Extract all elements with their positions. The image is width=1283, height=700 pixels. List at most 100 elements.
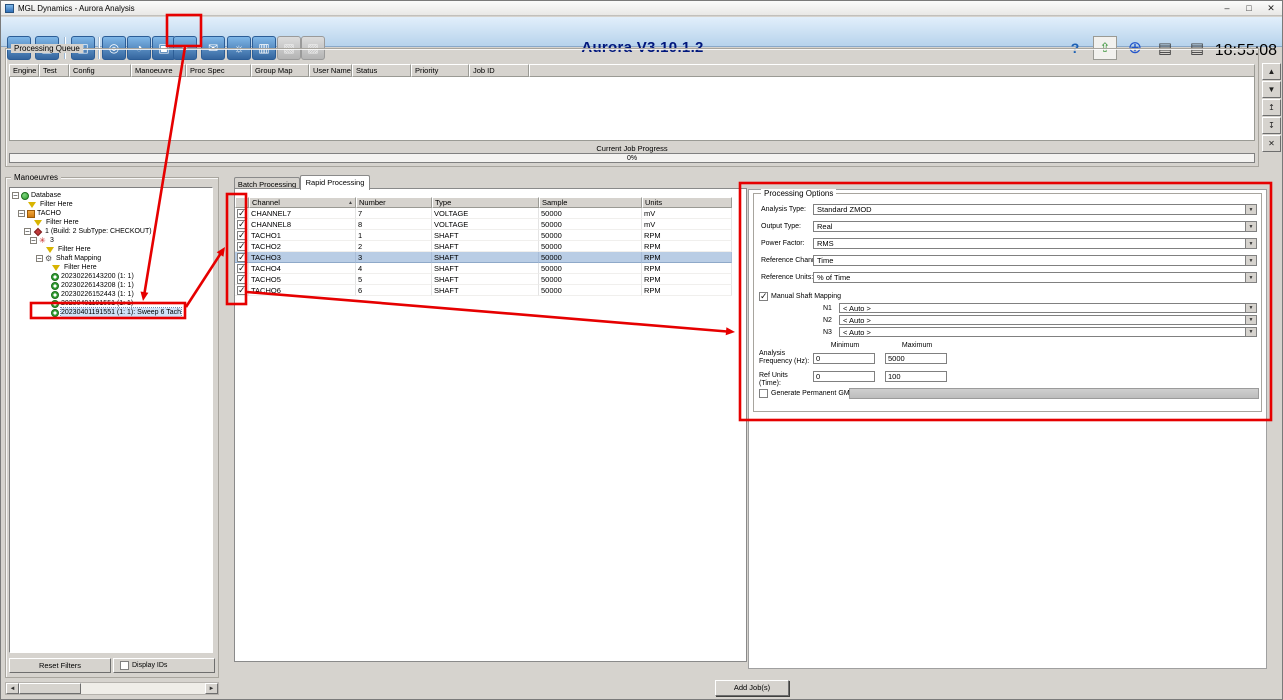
column-header-type[interactable]: Type <box>432 197 539 208</box>
tree-item-label: 1 (Build: 2 SubType: CHECKOUT) <box>45 228 152 235</box>
power-factor-select[interactable]: RMS <box>813 238 1257 249</box>
ref-units-max-input[interactable] <box>885 371 947 382</box>
ref-units-min-input[interactable] <box>813 371 875 382</box>
channel-checkbox[interactable] <box>237 241 246 251</box>
reference-channel-select[interactable]: Time <box>813 255 1257 266</box>
tree-item-build[interactable]: 1 (Build: 2 SubType: CHECKOUT) <box>10 227 212 236</box>
n1-select[interactable]: < Auto > <box>839 303 1257 313</box>
display-ids-toggle[interactable]: Display IDs <box>113 658 215 673</box>
tree-item-filter[interactable]: Filter Here <box>10 200 212 209</box>
tree-item-manoeuvre[interactable]: 20230226143208 (1: 1) <box>10 281 212 290</box>
n3-select[interactable]: < Auto > <box>839 327 1257 337</box>
tree-item-filter[interactable]: Filter Here <box>10 245 212 254</box>
scroll-right-button[interactable]: ► <box>205 683 218 694</box>
channel-row-selected[interactable]: TACHO3 3 SHAFT 50000 RPM <box>235 252 732 263</box>
analysis-frequency-min-input[interactable] <box>813 353 875 364</box>
chevron-down-icon[interactable] <box>1245 328 1256 336</box>
tree-item-filter[interactable]: Filter Here <box>10 263 212 272</box>
channel-row[interactable]: TACHO5 5 SHAFT 50000 RPM <box>235 274 732 285</box>
analysis-type-select[interactable]: Standard ZMOD <box>813 204 1257 215</box>
column-header-engine[interactable]: Engine <box>9 64 39 77</box>
minimize-button[interactable]: – <box>1216 1 1238 16</box>
tree-item-config-3[interactable]: 3 <box>10 236 212 245</box>
queue-down-button[interactable]: ▼ <box>1262 81 1281 98</box>
manual-shaft-mapping-checkbox[interactable] <box>759 291 768 302</box>
column-header-channel[interactable]: Channel <box>249 197 356 208</box>
scroll-track[interactable] <box>81 683 205 694</box>
tree-item-tacho[interactable]: TACHO <box>10 209 212 218</box>
queue-list[interactable] <box>9 77 1255 141</box>
manual-shaft-mapping-label: Manual Shaft Mapping <box>771 293 842 300</box>
channel-row[interactable]: CHANNEL7 7 VOLTAGE 50000 mV <box>235 208 732 219</box>
column-header-priority[interactable]: Priority <box>411 64 469 77</box>
column-header-group-map[interactable]: Group Map <box>251 64 309 77</box>
column-header-units[interactable]: Units <box>642 197 732 208</box>
cell-sample: 50000 <box>539 263 642 274</box>
reset-filters-button[interactable]: Reset Filters <box>9 658 111 673</box>
collapse-icon[interactable] <box>12 192 19 199</box>
reference-units-select[interactable]: % of Time <box>813 272 1257 283</box>
channel-checkbox[interactable] <box>237 208 246 218</box>
channel-checkbox[interactable] <box>237 252 246 262</box>
chevron-down-icon[interactable] <box>1245 273 1256 282</box>
filter-icon <box>28 201 36 208</box>
processing-options-label: Processing Options <box>761 189 837 198</box>
tree-horizontal-scrollbar[interactable]: ◄ ► <box>5 682 219 695</box>
scroll-left-button[interactable]: ◄ <box>6 683 19 694</box>
maximize-button[interactable]: □ <box>1238 1 1260 16</box>
manual-shaft-mapping-toggle[interactable]: Manual Shaft Mapping <box>759 291 842 302</box>
chevron-down-icon[interactable] <box>1245 316 1256 324</box>
channel-row[interactable]: TACHO2 2 SHAFT 50000 RPM <box>235 241 732 252</box>
chevron-down-icon[interactable] <box>1245 239 1256 248</box>
tree-item-shaft-mapping[interactable]: Shaft Mapping <box>10 254 212 263</box>
generate-gmps-checkbox[interactable] <box>759 389 768 398</box>
cell-type: SHAFT <box>432 230 539 241</box>
chevron-down-icon[interactable] <box>1245 256 1256 265</box>
scroll-thumb[interactable] <box>19 683 81 694</box>
column-header-status[interactable]: Status <box>352 64 411 77</box>
channel-row[interactable]: TACHO6 6 SHAFT 50000 RPM <box>235 285 732 296</box>
collapse-icon[interactable] <box>30 237 37 244</box>
display-ids-checkbox[interactable] <box>120 661 129 670</box>
column-header-config[interactable]: Config <box>69 64 131 77</box>
collapse-icon[interactable] <box>24 228 31 235</box>
close-button[interactable]: ✕ <box>1260 1 1282 16</box>
cell-number: 6 <box>356 285 432 296</box>
channel-checkbox[interactable] <box>237 274 246 284</box>
column-header-number[interactable]: Number <box>356 197 432 208</box>
chevron-down-icon[interactable] <box>1245 304 1256 312</box>
channel-checkbox[interactable] <box>237 263 246 273</box>
channel-row[interactable]: TACHO4 4 SHAFT 50000 RPM <box>235 263 732 274</box>
tree-item-database[interactable]: Database <box>10 191 212 200</box>
channel-checkbox[interactable] <box>237 285 246 295</box>
output-type-select[interactable]: Real <box>813 221 1257 232</box>
queue-bottom-button[interactable]: ↧ <box>1262 117 1281 134</box>
tree-item-filter[interactable]: Filter Here <box>10 218 212 227</box>
n2-select[interactable]: < Auto > <box>839 315 1257 325</box>
channel-row[interactable]: CHANNEL8 8 VOLTAGE 50000 mV <box>235 219 732 230</box>
tab-rapid-processing[interactable]: Rapid Processing <box>300 175 370 190</box>
tree-item-manoeuvre[interactable]: 20230226152443 (1: 1) <box>10 290 212 299</box>
column-header-manoeuvre[interactable]: Manoeuvre <box>131 64 186 77</box>
generate-gmps-toggle[interactable]: Generate Permanent GM/PS <box>759 389 861 398</box>
column-header-sample[interactable]: Sample <box>539 197 642 208</box>
collapse-icon[interactable] <box>36 255 43 262</box>
channel-checkbox[interactable] <box>237 219 246 229</box>
chevron-down-icon[interactable] <box>1245 222 1256 231</box>
analysis-frequency-max-input[interactable] <box>885 353 947 364</box>
chevron-down-icon[interactable] <box>1245 205 1256 214</box>
tree-item-manoeuvre-selected[interactable]: 20230401191551 (1: 1): Sweep 6 Tach <box>10 307 212 318</box>
channel-row[interactable]: TACHO1 1 SHAFT 50000 RPM <box>235 230 732 241</box>
tree-item-manoeuvre[interactable]: 20230226143200 (1: 1) <box>10 272 212 281</box>
channel-checkbox[interactable] <box>237 230 246 240</box>
tree-item-manoeuvre[interactable]: 20230401191551 (1: 1) <box>10 299 212 308</box>
queue-up-button[interactable]: ▲ <box>1262 63 1281 80</box>
column-header-test[interactable]: Test <box>39 64 69 77</box>
add-jobs-button[interactable]: Add Job(s) <box>715 680 789 696</box>
column-header-job-id[interactable]: Job ID <box>469 64 529 77</box>
queue-delete-button[interactable]: ✕ <box>1262 135 1281 152</box>
queue-top-button[interactable]: ↥ <box>1262 99 1281 116</box>
column-header-user-name[interactable]: User Name <box>309 64 352 77</box>
column-header-proc-spec[interactable]: Proc Spec <box>186 64 251 77</box>
collapse-icon[interactable] <box>18 210 25 217</box>
